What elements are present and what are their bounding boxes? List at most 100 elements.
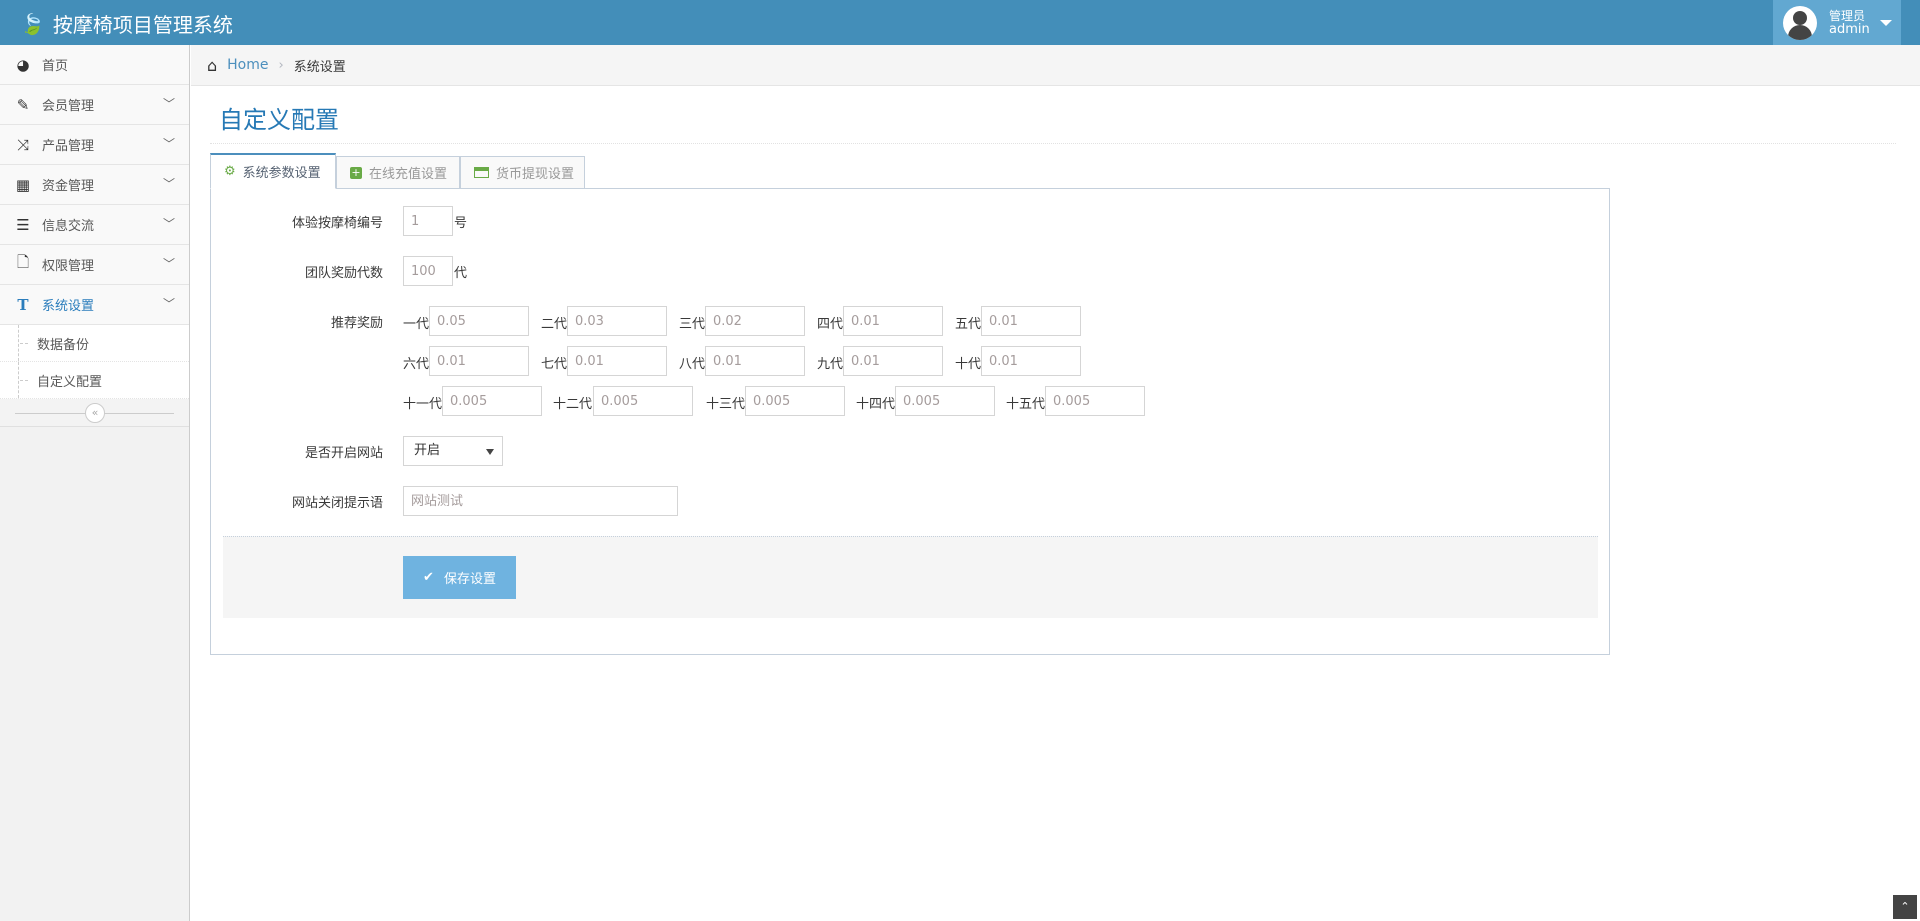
referral-level-input[interactable] <box>843 306 943 336</box>
referral-level-input[interactable] <box>429 346 529 376</box>
edit-icon: ✎ <box>16 95 30 114</box>
plus-square-icon: + <box>350 165 362 179</box>
tab-label: 在线充值设置 <box>369 167 448 182</box>
sidebar-item-settings[interactable]: T 系统设置 ﹀ <box>0 285 189 325</box>
referral-level-input[interactable] <box>593 386 693 416</box>
app-title: 按摩椅项目管理系统 <box>52 13 233 37</box>
referral-level-label: 十五代 <box>1006 397 1046 412</box>
dashboard-icon: ◕ <box>16 55 30 74</box>
site-open-label: 是否开启网站 <box>304 446 383 461</box>
referral-level-input[interactable] <box>705 346 805 376</box>
tab-online-recharge[interactable]: + 在线充值设置 <box>336 156 460 189</box>
sidebar-item-label: 信息交流 <box>42 219 95 234</box>
sidebar-item-funds[interactable]: ▦ 资金管理 ﹀ <box>0 165 189 205</box>
tab-label: 货币提现设置 <box>496 167 575 182</box>
scroll-to-top-button[interactable]: ⌃ <box>1893 895 1917 919</box>
breadcrumb-separator-icon: › <box>278 57 284 73</box>
referral-level-input[interactable] <box>1045 386 1145 416</box>
sidebar-item-label: 权限管理 <box>42 259 95 274</box>
page-title: 自定义配置 <box>219 106 339 134</box>
calendar-icon: ▦ <box>15 175 31 194</box>
divider <box>210 143 1896 144</box>
close-msg-label: 网站关闭提示语 <box>291 496 383 511</box>
referral-level-label: 十二代 <box>553 397 593 412</box>
file-icon: 🗋 <box>16 253 30 271</box>
sidebar-subitem-backup[interactable]: 数据备份 <box>0 325 189 362</box>
leaf-icon: 🍃 <box>20 11 45 36</box>
chevron-down-icon: ﹀ <box>162 297 175 311</box>
sidebar-item-messages[interactable]: ☰ 信息交流 ﹀ <box>0 205 189 245</box>
chevron-down-icon: ﹀ <box>162 97 175 111</box>
team-levels-suffix: 代 <box>454 266 468 281</box>
sidebar-item-products[interactable]: ⤨ 产品管理 ﹀ <box>0 125 189 165</box>
referral-level-label: 十四代 <box>856 397 896 412</box>
sidebar: ◕ 首页 ✎ 会员管理 ﹀ ⤨ 产品管理 ﹀ ▦ 资金管理 ﹀ ☰ 信息交流 ﹀ 🗋 权限管理 ﹀ T… <box>0 45 190 921</box>
site-open-value: 开启 <box>414 443 441 458</box>
referral-level-label: 十代 <box>955 357 982 372</box>
sidebar-item-label: 首页 <box>42 59 69 74</box>
referral-level-label: 六代 <box>403 357 430 372</box>
referral-level-input[interactable] <box>429 306 529 336</box>
referral-level-label: 一代 <box>403 317 430 332</box>
sidebar-item-home[interactable]: ◕ 首页 <box>0 45 189 85</box>
chair-no-suffix: 号 <box>454 216 468 231</box>
sidebar-subitem-label: 数据备份 <box>37 337 90 353</box>
referral-level-input[interactable] <box>567 346 667 376</box>
save-button[interactable]: ✔ 保存设置 <box>403 556 516 599</box>
referral-level-input[interactable] <box>442 386 542 416</box>
referral-level-input[interactable] <box>567 306 667 336</box>
referral-level-label: 七代 <box>541 357 568 372</box>
text-icon: T <box>17 295 29 314</box>
referral-label: 推荐奖励 <box>330 316 383 331</box>
sidebar-item-members[interactable]: ✎ 会员管理 ﹀ <box>0 85 189 125</box>
collapse-sidebar-button[interactable]: « <box>85 403 105 423</box>
referral-level-input[interactable] <box>705 306 805 336</box>
cogs-icon: ⚙ <box>224 164 236 179</box>
save-button-label: 保存设置 <box>443 572 496 587</box>
tab-system-params[interactable]: ⚙ 系统参数设置 <box>210 153 336 189</box>
chevron-down-icon: ﹀ <box>162 217 175 231</box>
list-icon: ☰ <box>16 215 30 234</box>
double-chevron-up-icon: ⌃ <box>1900 900 1910 913</box>
chevron-down-icon: ﹀ <box>162 137 175 151</box>
sidebar-item-permissions[interactable]: 🗋 权限管理 ﹀ <box>0 245 189 285</box>
referral-level-label: 三代 <box>679 317 706 332</box>
breadcrumb-current: 系统设置 <box>293 59 346 75</box>
random-icon: ⤨ <box>16 135 29 154</box>
dropdown-arrow-icon <box>486 449 494 455</box>
referral-level-input[interactable] <box>843 346 943 376</box>
referral-level-label: 二代 <box>541 317 568 332</box>
sidebar-collapse: « <box>0 399 189 427</box>
referral-level-input[interactable] <box>981 306 1081 336</box>
sidebar-subitem-label: 自定义配置 <box>37 374 103 390</box>
avatar <box>1783 5 1817 40</box>
team-levels-label: 团队奖励代数 <box>304 266 383 281</box>
username: admin <box>1829 21 1870 37</box>
referral-level-label: 九代 <box>817 357 844 372</box>
referral-level-label: 十一代 <box>403 397 443 412</box>
sidebar-subitem-custom-config[interactable]: 自定义配置 <box>0 362 189 399</box>
brand[interactable]: 🍃 按摩椅项目管理系统 <box>20 9 233 38</box>
chair-no-input[interactable] <box>403 206 453 236</box>
referral-level-label: 八代 <box>679 357 706 372</box>
chair-no-label: 体验按摩椅编号 <box>291 216 383 231</box>
close-msg-input[interactable] <box>403 486 678 516</box>
home-icon: ⌂ <box>207 55 218 75</box>
site-open-select[interactable]: 开启 <box>403 436 503 466</box>
user-menu[interactable]: 管理员 admin <box>1773 0 1901 45</box>
tab-label: 系统参数设置 <box>242 166 321 181</box>
chevron-down-icon: ﹀ <box>162 177 175 191</box>
check-icon: ✔ <box>423 570 434 585</box>
breadcrumb-home-link[interactable]: Home <box>227 57 268 73</box>
referral-level-input[interactable] <box>895 386 995 416</box>
sidebar-item-label: 产品管理 <box>42 139 95 154</box>
tab-withdrawal[interactable]: 货币提现设置 <box>460 156 585 189</box>
referral-level-input[interactable] <box>981 346 1081 376</box>
breadcrumb: ⌂ Home › 系统设置 <box>191 45 1920 86</box>
referral-level-input[interactable] <box>745 386 845 416</box>
sidebar-item-label: 资金管理 <box>42 179 95 194</box>
referral-level-label: 十三代 <box>706 397 746 412</box>
team-levels-input[interactable] <box>403 256 453 286</box>
sidebar-item-label: 会员管理 <box>42 99 95 114</box>
credit-card-icon <box>474 167 489 178</box>
